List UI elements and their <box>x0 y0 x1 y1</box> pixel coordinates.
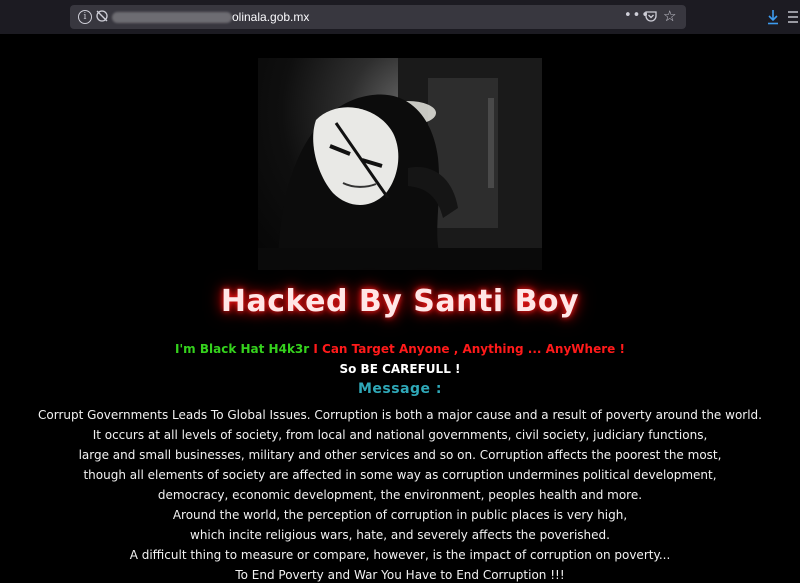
redacted-url-part <box>112 12 232 23</box>
message-line: It occurs at all levels of society, from… <box>92 428 708 442</box>
message-line: To End Poverty and War You Have to End C… <box>235 568 565 582</box>
address-bar[interactable]: i olinala.gob.mx ••• ☆ <box>70 5 686 29</box>
pocket-icon[interactable] <box>644 9 658 23</box>
intro-line: I'm Black Hat H4k3r I Can Target Anyone … <box>0 342 800 356</box>
menu-icon[interactable] <box>786 8 798 26</box>
intro-red-text: I Can Target Anyone , Anything ... AnyWh… <box>309 342 625 356</box>
message-line: democracy, economic development, the env… <box>157 488 643 502</box>
message-line: though all elements of society are affec… <box>83 468 717 482</box>
message-line: large and small businesses, military and… <box>78 448 722 462</box>
bookmark-star-icon[interactable]: ☆ <box>663 6 676 26</box>
message-line: which incite religious wars, hate, and s… <box>190 528 610 542</box>
intro-green-text: I'm Black Hat H4k3r <box>175 342 310 356</box>
masked-hacker-image <box>258 58 542 270</box>
careful-warning: So BE CAREFULL ! <box>339 362 461 376</box>
url-text[interactable]: olinala.gob.mx <box>232 9 309 25</box>
message-body: Corrupt Governments Leads To Global Issu… <box>0 405 800 583</box>
message-title: Message : <box>357 381 443 397</box>
message-line: Corrupt Governments Leads To Global Issu… <box>38 408 762 422</box>
page-content: Hacked By Santi Boy I'm Black Hat H4k3r … <box>0 34 800 583</box>
message-line: A difficult thing to measure or compare,… <box>129 548 671 562</box>
download-icon[interactable] <box>766 9 780 25</box>
permissions-icon[interactable] <box>95 9 109 23</box>
hacked-headline: Hacked By Santi Boy <box>220 284 580 319</box>
message-line: Around the world, the perception of corr… <box>172 508 628 522</box>
info-icon[interactable]: i <box>78 10 92 24</box>
browser-toolbar: i olinala.gob.mx ••• ☆ <box>0 0 800 35</box>
